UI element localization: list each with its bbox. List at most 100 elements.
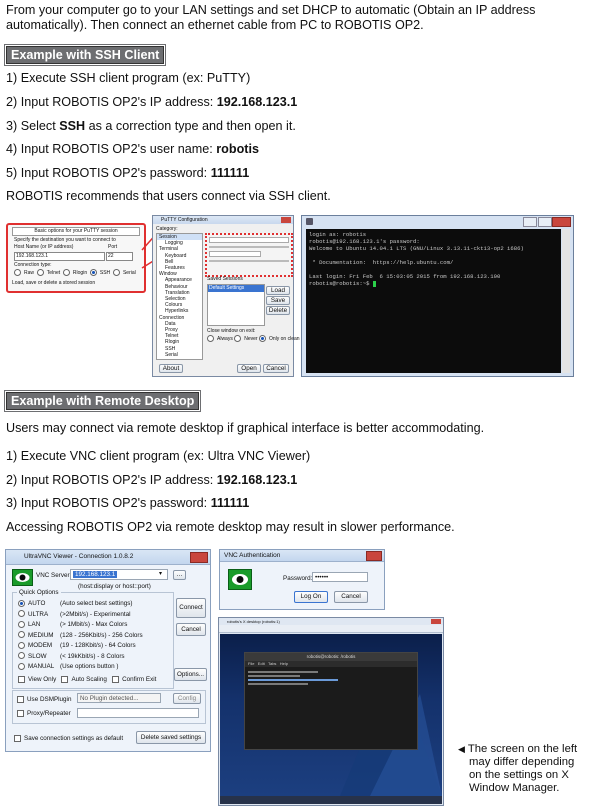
- terminal-scrollbar[interactable]: [562, 229, 570, 373]
- quick-option-key: SLOW: [28, 652, 47, 660]
- putty-category-tree[interactable]: Session Logging Terminal Keyboard Bell Featur…: [156, 233, 203, 360]
- close-icon[interactable]: [190, 552, 208, 563]
- quick-option-key: MEDIUM: [28, 631, 54, 639]
- putty-zoom-callout: Basic options for your PuTTY session Spe…: [6, 223, 146, 293]
- save-settings-checkbox[interactable]: [14, 734, 21, 742]
- proxy-checkbox[interactable]: [17, 709, 24, 717]
- putty-zoom-host-label: Host Name (or IP address): [14, 244, 74, 250]
- putty-zoom-host-field[interactable]: 192.168.123.1: [14, 252, 105, 261]
- caption-line-3: on the settings on X: [469, 769, 569, 781]
- config-button[interactable]: Config: [173, 693, 201, 704]
- putty-sessions-list[interactable]: Default Settings: [207, 284, 265, 326]
- default-settings-item[interactable]: Default Settings: [208, 285, 264, 292]
- close-on-exit-label: Close window on exit:: [207, 328, 256, 334]
- radio-serial[interactable]: [112, 269, 120, 276]
- vnc-auth-eye-icon: [228, 569, 252, 590]
- menu-help[interactable]: Help: [280, 661, 288, 666]
- delete-button[interactable]: Delete: [266, 306, 290, 315]
- quick-option-desc: (< 19kKbit/s) - 8 Colors: [60, 652, 125, 660]
- connect-button[interactable]: Connect: [176, 598, 206, 618]
- view-options-row: View Only Auto Scaling Confirm Exit: [18, 675, 156, 684]
- vnc-auth-cancel-button[interactable]: Cancel: [334, 591, 368, 603]
- minimize-icon[interactable]: [523, 217, 537, 227]
- view-only-checkbox[interactable]: [18, 675, 25, 683]
- close-icon[interactable]: [431, 619, 441, 624]
- proxy-input[interactable]: [77, 708, 199, 718]
- quick-option-radio[interactable]: [18, 662, 25, 670]
- menu-tabs[interactable]: Tabs: [268, 661, 276, 666]
- rd-step-1: 1) Execute VNC client program (ex: Ultra…: [6, 449, 311, 463]
- quick-option-row[interactable]: MODEM (19 - 128Kbit/s) - 64 Colors: [18, 641, 143, 652]
- plugin-select[interactable]: No Plugin detected...: [77, 693, 161, 703]
- terminal-cursor: [372, 280, 376, 287]
- quick-option-radio[interactable]: [18, 652, 25, 660]
- terminal-line: login as: robotis: [309, 231, 367, 238]
- quick-option-row[interactable]: MANUAL (Use options button ): [18, 662, 143, 673]
- terminal-line: robotis@192.168.123.1's password:: [309, 238, 420, 245]
- radio-rlogin[interactable]: [62, 269, 70, 276]
- quick-option-radio[interactable]: [18, 641, 25, 649]
- terminal-output[interactable]: login as: robotis robotis@192.168.123.1's…: [306, 229, 561, 373]
- vnc-server-label: VNC Server:: [36, 572, 72, 579]
- vnc-eye-icon: [12, 569, 33, 586]
- radio-never[interactable]: [234, 335, 242, 342]
- radio-always[interactable]: [207, 335, 214, 342]
- tree-item[interactable]: Serial: [157, 352, 202, 358]
- menu-edit[interactable]: Edit: [258, 661, 265, 666]
- radio-raw[interactable]: [14, 269, 21, 276]
- terminal-line: Welcome to Ubuntu 14.04.1 LTS (GNU/Linux…: [309, 245, 524, 252]
- delete-saved-button[interactable]: Delete saved settings: [136, 731, 206, 744]
- putty-zoom-dest: Specify the destination you want to conn…: [14, 237, 116, 243]
- rd-intro: Users may connect via remote desktop if …: [6, 421, 485, 435]
- putty-config-window: PuTTY Configuration Category: Session Log…: [152, 215, 309, 377]
- vnc-auth-password-label: Password:: [283, 575, 313, 582]
- quick-option-row[interactable]: MEDIUM (128 - 256Kbit/s) - 256 Colors: [18, 631, 143, 642]
- terminal-line: * Documentation: https://help.ubuntu.com…: [309, 259, 454, 266]
- quick-option-radio[interactable]: [18, 610, 25, 618]
- load-button[interactable]: Load: [266, 286, 290, 295]
- close-icon[interactable]: [281, 217, 291, 223]
- open-button[interactable]: Open: [237, 364, 261, 373]
- quick-option-radio[interactable]: [18, 631, 25, 639]
- radio-ssh[interactable]: [89, 269, 97, 276]
- close-icon[interactable]: [552, 217, 571, 227]
- confirm-exit-checkbox[interactable]: [112, 675, 120, 683]
- vnc-server-value: 192.168.123.1: [73, 571, 118, 578]
- ssh-section-header: Example with SSH Client: [3, 44, 167, 66]
- quick-option-row[interactable]: AUTO (Auto select best settings): [18, 599, 143, 610]
- putty-zoom-types: Raw Telnet Rlogin SSH Serial: [14, 269, 136, 277]
- vnc-server-input[interactable]: 192.168.123.1 ▾: [70, 569, 168, 580]
- radio-clean-exit[interactable]: [258, 335, 266, 342]
- auto-scaling-checkbox[interactable]: [61, 675, 69, 683]
- view-only-label: View Only: [28, 676, 57, 683]
- save-settings-label: Save connection settings as default: [24, 735, 124, 742]
- quick-option-row[interactable]: ULTRA (>2Mbit/s) - Experimental: [18, 610, 143, 621]
- radio-telnet[interactable]: [36, 269, 44, 276]
- cancel-button[interactable]: Cancel: [263, 364, 289, 373]
- about-button[interactable]: About: [159, 364, 183, 373]
- quick-option-row[interactable]: SLOW (< 19kKbit/s) - 8 Colors: [18, 652, 143, 663]
- vnc-cancel-button[interactable]: Cancel: [176, 623, 206, 636]
- quick-option-radio[interactable]: [18, 620, 25, 628]
- chevron-down-icon[interactable]: ▾: [159, 571, 166, 578]
- quick-option-radio[interactable]: [18, 599, 25, 607]
- log-on-button[interactable]: Log On: [294, 591, 328, 603]
- terminal-line: Last login: Fri Feb 6 15:03:05 2015 from…: [309, 273, 501, 280]
- menu-file[interactable]: File: [248, 661, 254, 666]
- vnc-auth-password-input[interactable]: ••••••: [312, 572, 368, 582]
- close-icon[interactable]: [366, 551, 382, 561]
- putty-zoom-port-field[interactable]: 22: [106, 252, 133, 261]
- quick-option-row[interactable]: LAN (> 1Mbit/s) - Max Colors: [18, 620, 143, 631]
- x-terminal-body[interactable]: [245, 667, 417, 689]
- x-desktop-window: robotis's X desktop (robotis:1) robotis@…: [218, 617, 444, 806]
- proxy-label: Proxy/Repeater: [27, 710, 71, 717]
- options-button[interactable]: Options...: [174, 668, 207, 681]
- quick-option-desc: (>2Mbit/s) - Experimental: [60, 610, 131, 618]
- maximize-icon[interactable]: [538, 217, 552, 227]
- save-button[interactable]: Save: [266, 296, 290, 305]
- dsm-checkbox[interactable]: [17, 695, 24, 703]
- putty-terminal-window: login as: robotis robotis@192.168.123.1's…: [301, 215, 574, 377]
- vnc-auth-title: VNC Authentication: [224, 552, 281, 559]
- browse-button[interactable]: …: [173, 570, 186, 580]
